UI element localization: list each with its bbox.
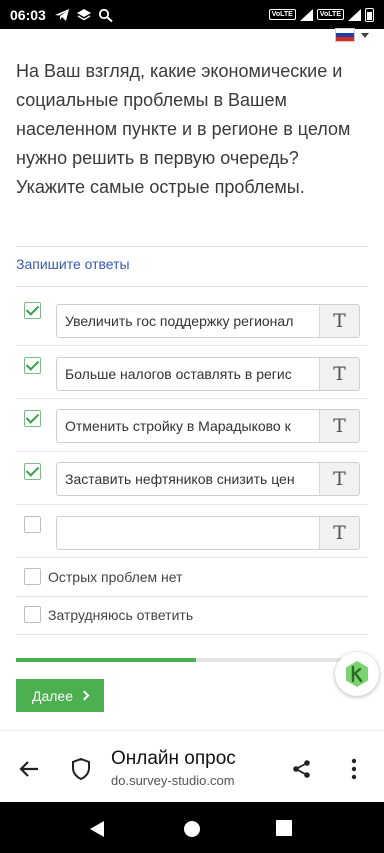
answer-input[interactable]: Заставить нефтяников снизить цен	[57, 463, 319, 495]
option-checkbox[interactable]	[24, 606, 41, 623]
text-format-button[interactable]: T	[319, 410, 359, 442]
option-hard-to-answer[interactable]: Затрудняюсь ответить	[16, 596, 368, 634]
option-label: Острых проблем нет	[48, 569, 183, 585]
status-system-icons: VoLTE VoLTE	[268, 7, 374, 22]
answer-row: Отменить стройку в Марадыково к T	[16, 399, 368, 452]
answer-checkbox[interactable]	[24, 357, 41, 374]
answer-checkbox[interactable]	[24, 410, 41, 427]
browser-toolbar: Онлайн опрос do.survey-studio.com	[0, 730, 384, 802]
option-label: Затрудняюсь ответить	[48, 607, 194, 623]
answer-field: T	[56, 516, 360, 550]
text-format-button[interactable]: T	[319, 358, 359, 390]
question-divider	[16, 246, 368, 247]
signal-icon-2	[348, 8, 361, 21]
status-bar: 06:03 VoLTE VoLTE	[0, 0, 384, 29]
system-nav-bar	[0, 802, 384, 853]
answer-checkbox[interactable]	[24, 463, 41, 480]
answer-field: Больше налогов оставлять в регис T	[56, 357, 360, 391]
answer-row: Заставить нефтяников снизить цен T	[16, 452, 368, 505]
layers-icon	[76, 8, 91, 20]
option-no-problems[interactable]: Острых проблем нет	[16, 558, 368, 596]
language-selector[interactable]	[335, 28, 369, 42]
progress-fill	[16, 658, 196, 662]
shield-icon[interactable]	[70, 757, 92, 781]
answer-field: Отменить стройку в Марадыково к T	[56, 409, 360, 443]
answer-checkbox[interactable]	[24, 516, 41, 533]
answer-checkbox[interactable]	[24, 302, 41, 319]
question-text: На Ваш взгляд, какие экономические и соц…	[16, 61, 351, 197]
answer-field: Заставить нефтяников снизить цен T	[56, 462, 360, 496]
next-button-label: Далее	[31, 687, 73, 704]
search-icon	[98, 8, 113, 22]
telegram-icon	[54, 8, 69, 21]
battery-icon	[365, 7, 374, 22]
keyboard-assistant-button[interactable]	[335, 652, 379, 696]
page-title: Онлайн опрос	[111, 748, 236, 769]
option-divider	[16, 634, 368, 635]
answer-row: Увеличить гос поддержку регионал T	[16, 290, 368, 346]
text-format-button[interactable]: T	[319, 305, 359, 337]
hint-divider	[16, 286, 368, 287]
more-vert-icon[interactable]	[345, 757, 363, 781]
status-notification-icons	[54, 8, 114, 22]
nav-recents-icon[interactable]	[276, 820, 292, 836]
status-time: 06:03	[10, 6, 46, 23]
back-arrow-icon[interactable]	[18, 758, 40, 780]
nav-back-icon[interactable]	[88, 820, 106, 838]
text-format-button[interactable]: T	[319, 463, 359, 495]
answer-field: Увеличить гос поддержку регионал T	[56, 304, 360, 338]
nav-home-icon[interactable]	[183, 820, 201, 838]
chevron-right-icon	[79, 690, 90, 701]
answer-input[interactable]: Увеличить гос поддержку регионал	[57, 305, 319, 337]
next-button[interactable]: Далее	[16, 679, 104, 712]
answer-row: T	[16, 505, 368, 558]
answer-row: Больше налогов оставлять в регис T	[16, 346, 368, 399]
volte-badge: VoLTE	[268, 9, 296, 20]
k-hexagon-icon	[346, 661, 368, 687]
option-checkbox[interactable]	[24, 568, 41, 585]
volte-badge-2: VoLTE	[316, 9, 344, 20]
answer-input[interactable]: Отменить стройку в Марадыково к	[57, 410, 319, 442]
share-icon[interactable]	[292, 759, 312, 779]
text-format-button[interactable]: T	[319, 517, 359, 549]
page-url: do.survey-studio.com	[111, 773, 235, 788]
progress-bar	[16, 658, 368, 662]
answer-input[interactable]: Больше налогов оставлять в регис	[57, 358, 319, 390]
russia-flag-icon	[335, 28, 355, 42]
chevron-down-icon	[361, 32, 369, 38]
signal-icon	[299, 8, 313, 21]
answer-input[interactable]	[57, 517, 319, 549]
answer-hint: Запишите ответы	[16, 256, 130, 272]
